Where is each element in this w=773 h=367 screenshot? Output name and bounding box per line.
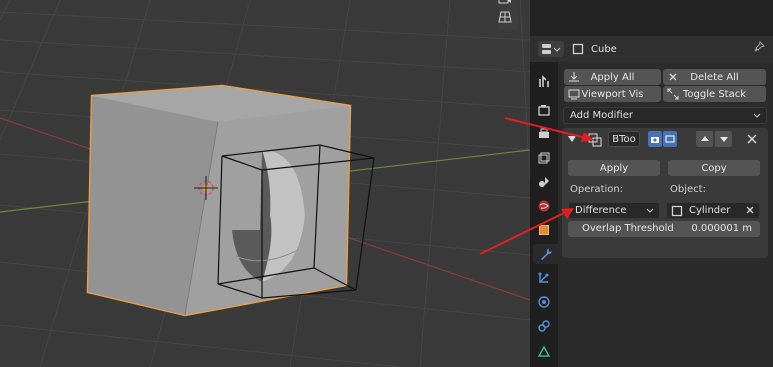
apply-all-label: Apply All xyxy=(590,71,635,83)
tab-output[interactable] xyxy=(533,124,555,144)
viewport-vis-button[interactable]: Viewport Vis xyxy=(564,86,661,102)
expand-icon xyxy=(667,88,679,100)
object-icon xyxy=(539,225,549,235)
properties-top-strip xyxy=(530,0,773,36)
tab-render[interactable] xyxy=(533,100,555,120)
add-modifier-label: Add Modifier xyxy=(570,110,633,121)
properties-editor: Cube Apply All Delete All Viewport Vis T… xyxy=(530,0,773,367)
tool-icon xyxy=(539,75,549,87)
active-object-field: Cube xyxy=(572,41,742,57)
apply-label: Apply xyxy=(599,162,629,174)
triangle-down-icon xyxy=(568,136,576,142)
modifier-wrench-icon xyxy=(540,248,552,260)
monitor-icon xyxy=(665,135,675,143)
tab-scene[interactable] xyxy=(533,172,555,192)
close-icon xyxy=(669,73,677,81)
overlap-threshold-value: 0.000001 m xyxy=(691,223,752,234)
collapse-toggle[interactable] xyxy=(567,134,577,147)
physics-icon xyxy=(538,296,550,308)
modifier-name: BToo xyxy=(612,133,636,145)
close-icon xyxy=(746,206,754,214)
editor-type-button[interactable] xyxy=(538,41,564,57)
object-icon xyxy=(671,205,683,216)
properties-header: Cube xyxy=(530,36,773,62)
tab-tool[interactable] xyxy=(533,72,555,92)
tab-physics[interactable] xyxy=(533,292,555,312)
arrow-up-icon xyxy=(700,136,709,141)
tab-object[interactable] xyxy=(533,220,555,240)
tab-world[interactable] xyxy=(533,196,555,216)
view-layer-icon xyxy=(538,152,550,164)
copy-button[interactable]: Copy xyxy=(668,160,760,176)
apply-button[interactable]: Apply xyxy=(568,160,660,176)
output-icon xyxy=(539,128,549,138)
delete-all-button[interactable]: Delete All xyxy=(663,69,766,85)
object-field[interactable]: Cylinder xyxy=(666,202,760,219)
constraints-icon xyxy=(538,320,550,332)
tab-particles[interactable] xyxy=(533,268,555,288)
modifier-name-field[interactable]: BToo xyxy=(608,131,640,147)
camera-icon xyxy=(651,137,659,143)
3d-viewport[interactable] xyxy=(0,0,530,367)
data-icon xyxy=(537,345,551,357)
viewport-scene xyxy=(0,0,530,367)
properties-tabs xyxy=(530,62,558,367)
operation-dropdown[interactable]: Difference xyxy=(568,202,660,219)
render-toggle[interactable] xyxy=(648,131,662,147)
viewport-toggle[interactable] xyxy=(663,131,677,147)
overlap-threshold-label: Overlap Threshold xyxy=(582,223,674,234)
render-icon xyxy=(538,105,550,116)
viewport-vis-label: Viewport Vis xyxy=(581,88,644,100)
scene-icon xyxy=(539,177,549,187)
move-up-button[interactable] xyxy=(696,131,713,147)
add-modifier-dropdown[interactable]: Add Modifier xyxy=(563,107,767,124)
world-icon xyxy=(538,200,550,212)
boolean-modifier-box: BToo Apply Copy Operation: Object: Diffe… xyxy=(562,128,768,258)
camera-view-icon xyxy=(498,0,511,4)
toggle-stack-label: Toggle Stack xyxy=(682,88,747,100)
delete-all-label: Delete All xyxy=(690,71,739,83)
copy-label: Copy xyxy=(701,162,727,174)
object-value: Cylinder xyxy=(689,205,731,216)
cube-mesh xyxy=(86,84,375,317)
properties-editor-icon xyxy=(542,44,561,54)
grid-view-icon xyxy=(498,11,512,23)
chevron-down-icon xyxy=(646,208,654,213)
tab-view-layer[interactable] xyxy=(533,148,555,168)
apply-all-button[interactable]: Apply All xyxy=(564,69,661,85)
close-icon xyxy=(747,134,757,144)
tab-modifiers[interactable] xyxy=(533,244,558,264)
monitor-icon xyxy=(568,89,580,100)
tab-constraints[interactable] xyxy=(533,316,555,336)
object-label: Object: xyxy=(670,184,706,195)
operation-value: Difference xyxy=(575,205,627,216)
chevron-down-icon xyxy=(753,113,761,118)
active-object-name: Cube xyxy=(591,43,617,55)
download-icon xyxy=(569,72,579,82)
operation-label: Operation: xyxy=(570,184,624,195)
move-down-button[interactable] xyxy=(715,131,732,147)
pin-button[interactable] xyxy=(753,41,765,56)
grid-view-button[interactable] xyxy=(498,10,518,30)
boolean-modifier-icon xyxy=(588,133,602,150)
arrow-down-icon xyxy=(719,137,728,142)
remove-modifier-button[interactable] xyxy=(746,133,758,148)
tab-data[interactable] xyxy=(533,342,555,362)
particles-icon xyxy=(538,272,549,283)
modifier-panel: Apply All Delete All Viewport Vis Toggle… xyxy=(558,62,773,367)
object-icon xyxy=(572,43,584,55)
overlap-threshold-field[interactable]: Overlap Threshold 0.000001 m xyxy=(568,221,760,237)
pin-icon xyxy=(754,41,765,52)
clear-object-button[interactable] xyxy=(745,205,755,218)
toggle-stack-button[interactable]: Toggle Stack xyxy=(663,86,766,102)
